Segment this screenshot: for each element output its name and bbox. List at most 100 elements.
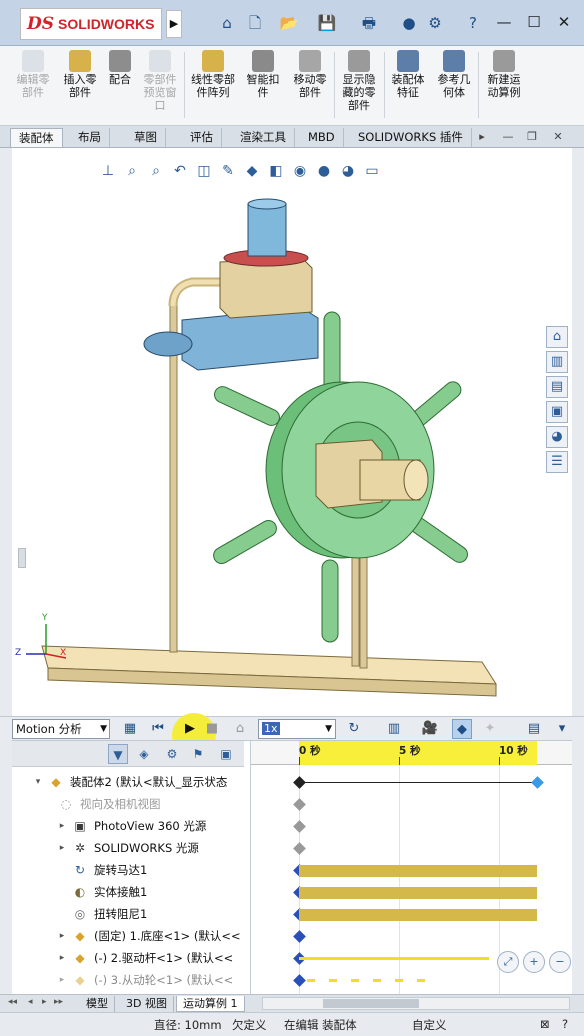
key-point[interactable] — [293, 820, 306, 833]
save-animation-icon[interactable]: ▥ — [384, 719, 404, 739]
scrollbar-thumb[interactable] — [323, 999, 419, 1008]
first-tab-icon[interactable]: ◂◂ — [8, 997, 17, 1007]
stop-icon[interactable]: ■ — [202, 719, 222, 739]
tree-item-base[interactable]: ▸ ◆ (固定) 1.底座<1> (默认<< — [12, 925, 244, 947]
study-type-select[interactable]: Motion 分析 ▼ — [12, 719, 110, 739]
view-palette-icon[interactable]: ▣ — [546, 401, 568, 423]
timeline-area[interactable]: 0 秒 5 秒 10 秒 ⤢ + − — [250, 741, 572, 995]
tree-item-solidworks-lights[interactable]: ▸ ✲ SOLIDWORKS 光源 — [12, 837, 244, 859]
panel-splitter-handle[interactable] — [18, 548, 26, 568]
key-point[interactable] — [293, 776, 306, 789]
tab-sketch[interactable]: 草图 — [126, 128, 166, 147]
play-from-start-icon[interactable]: ⏮ — [148, 719, 168, 739]
tab-render-tools[interactable]: 渲染工具 — [232, 128, 295, 147]
tab-minimize-icon[interactable]: — — [500, 129, 516, 145]
collapse-arrow-icon[interactable]: ▾ — [32, 777, 44, 787]
end-time-key-point[interactable] — [531, 776, 544, 789]
previous-tab-icon[interactable]: ◂ — [28, 997, 33, 1007]
playback-mode-icon[interactable]: ⌂ — [230, 719, 250, 739]
section-view-icon[interactable]: ◫ — [194, 161, 214, 181]
damper-timeline-bar[interactable] — [299, 909, 537, 921]
dynamic-annotation-icon[interactable]: ✎ — [218, 161, 238, 181]
tab-close-icon[interactable]: ✕ — [550, 129, 566, 145]
open-icon[interactable]: 📂 — [278, 12, 300, 34]
custom-properties-icon[interactable]: ☰ — [546, 451, 568, 473]
edit-component-button[interactable]: 编辑零 部件 — [12, 50, 54, 99]
key-point[interactable] — [293, 974, 306, 987]
tree-item-photoview-lights[interactable]: ▸ ▣ PhotoView 360 光源 — [12, 815, 244, 837]
contact-timeline-bar[interactable] — [299, 887, 537, 899]
drive-rod-timeline-bar[interactable] — [299, 957, 489, 960]
mate-button[interactable]: 配合 — [104, 50, 136, 86]
close-icon[interactable]: ✕ — [552, 12, 576, 34]
playback-loop-icon[interactable]: ↻ — [344, 719, 364, 739]
view-cube-icon[interactable]: ◆ — [242, 161, 262, 181]
motor-timeline-bar[interactable] — [299, 865, 537, 877]
zoom-in-icon[interactable]: + — [523, 951, 545, 973]
last-tab-icon[interactable]: ▸▸ — [54, 997, 63, 1007]
next-tab-icon[interactable]: ▸ — [42, 997, 47, 1007]
expand-arrow-icon[interactable]: ▸ — [56, 821, 68, 831]
tab-restore-icon[interactable]: ❐ — [524, 129, 540, 145]
file-explorer-icon[interactable]: ▤ — [546, 376, 568, 398]
expand-arrow-icon[interactable]: ▸ — [56, 953, 68, 963]
playback-speed-select[interactable]: 1x ▼ — [258, 719, 336, 739]
minimize-icon[interactable]: — — [492, 12, 516, 34]
solidworks-resources-icon[interactable]: ⌂ — [546, 326, 568, 348]
filter-driving-icon[interactable]: ◈ — [134, 744, 154, 764]
zoom-to-fit-timeline-icon[interactable]: ⤢ — [497, 951, 519, 973]
timeline-horizontal-scrollbar[interactable] — [262, 997, 570, 1010]
zoom-to-fit-icon[interactable]: ⌕ — [122, 161, 142, 181]
previous-view-icon[interactable]: ↶ — [170, 161, 190, 181]
home-icon[interactable]: ⌂ — [216, 12, 238, 34]
menu-expand-arrow-icon[interactable]: ▶ — [166, 10, 182, 38]
tab-model[interactable]: 模型 — [80, 996, 115, 1012]
save-icon[interactable]: 💾 — [316, 12, 338, 34]
collapse-tree-icon[interactable]: ▣ — [216, 744, 236, 764]
tab-assembly[interactable]: 装配体 — [10, 128, 63, 147]
move-component-button[interactable]: 移动零 部件 — [288, 50, 332, 99]
zoom-to-area-icon[interactable]: ⌕ — [146, 161, 166, 181]
results-and-plots-icon[interactable]: ▤ — [524, 719, 544, 739]
display-style-icon[interactable]: ◧ — [266, 161, 286, 181]
view-settings-icon[interactable]: ▭ — [362, 161, 382, 181]
show-hidden-components-button[interactable]: 显示隐 藏的零 部件 — [336, 50, 382, 112]
tab-3d-views[interactable]: 3D 视图 — [120, 996, 174, 1012]
design-library-icon[interactable]: ▥ — [546, 351, 568, 373]
expand-arrow-icon[interactable]: ▸ — [56, 843, 68, 853]
tree-item-camera-views[interactable]: ◌ 视向及相机视图 — [12, 793, 244, 815]
filter-selected-icon[interactable]: ⚙ — [162, 744, 182, 764]
add-update-key-icon[interactable]: ✦ — [480, 719, 500, 739]
options-icon[interactable]: ⚙ — [424, 12, 446, 34]
tab-evaluate[interactable]: 评估 — [182, 128, 222, 147]
print-icon[interactable]: 🖶 — [358, 12, 380, 34]
animation-wizard-icon[interactable]: 🎥 — [420, 719, 440, 739]
filter-results-icon[interactable]: ⚑ — [188, 744, 208, 764]
tree-item-assembly[interactable]: ▾ ◆ 装配体2 (默认<默认_显示状态 — [12, 771, 244, 793]
status-settings-icon[interactable]: ⊠ — [540, 1017, 550, 1031]
motion-study-properties-icon[interactable]: ▾ — [552, 719, 572, 739]
tree-item-rotary-motor[interactable]: ↻ 旋转马达1 — [12, 859, 244, 881]
tree-item-drive-rod[interactable]: ▸ ◆ (-) 2.驱动杆<1> (默认<< — [12, 947, 244, 969]
key-point[interactable] — [293, 842, 306, 855]
apply-scene-icon[interactable]: ◕ — [338, 161, 358, 181]
zoom-out-icon[interactable]: − — [549, 951, 571, 973]
restore-icon[interactable]: ☐ — [522, 12, 546, 34]
filter-animated-icon[interactable]: ▼ — [108, 744, 128, 764]
new-motion-study-button[interactable]: 新建运 动算例 — [480, 50, 528, 99]
status-units[interactable]: 自定义 — [412, 1017, 447, 1033]
graphics-area[interactable]: Y Z X ⊥ ⌕ ⌕ ↶ ◫ ✎ ◆ ◧ ◉ ● ◕ ▭ ⌂ ▥ ▤ ▣ ◕ … — [12, 148, 572, 716]
tree-item-solid-contact[interactable]: ◐ 实体接触1 — [12, 881, 244, 903]
expand-arrow-icon[interactable]: ▸ — [56, 975, 68, 985]
linear-pattern-button[interactable]: 线性零部 件阵列 — [186, 50, 240, 99]
help-icon[interactable]: ? — [462, 12, 484, 34]
play-icon[interactable]: ▶ — [180, 719, 200, 739]
hide-show-icon[interactable]: ◉ — [290, 161, 310, 181]
key-point[interactable] — [293, 798, 306, 811]
timeline-ruler[interactable]: 0 秒 5 秒 10 秒 — [251, 741, 572, 765]
component-preview-button[interactable]: 零部件 预览窗 口 — [138, 50, 182, 112]
status-help-icon[interactable]: ? — [562, 1017, 568, 1031]
tab-layout[interactable]: 布局 — [70, 128, 110, 147]
smart-fasteners-button[interactable]: 智能扣 件 — [242, 50, 284, 99]
tab-scroll-icon[interactable]: ▸ — [474, 129, 490, 145]
